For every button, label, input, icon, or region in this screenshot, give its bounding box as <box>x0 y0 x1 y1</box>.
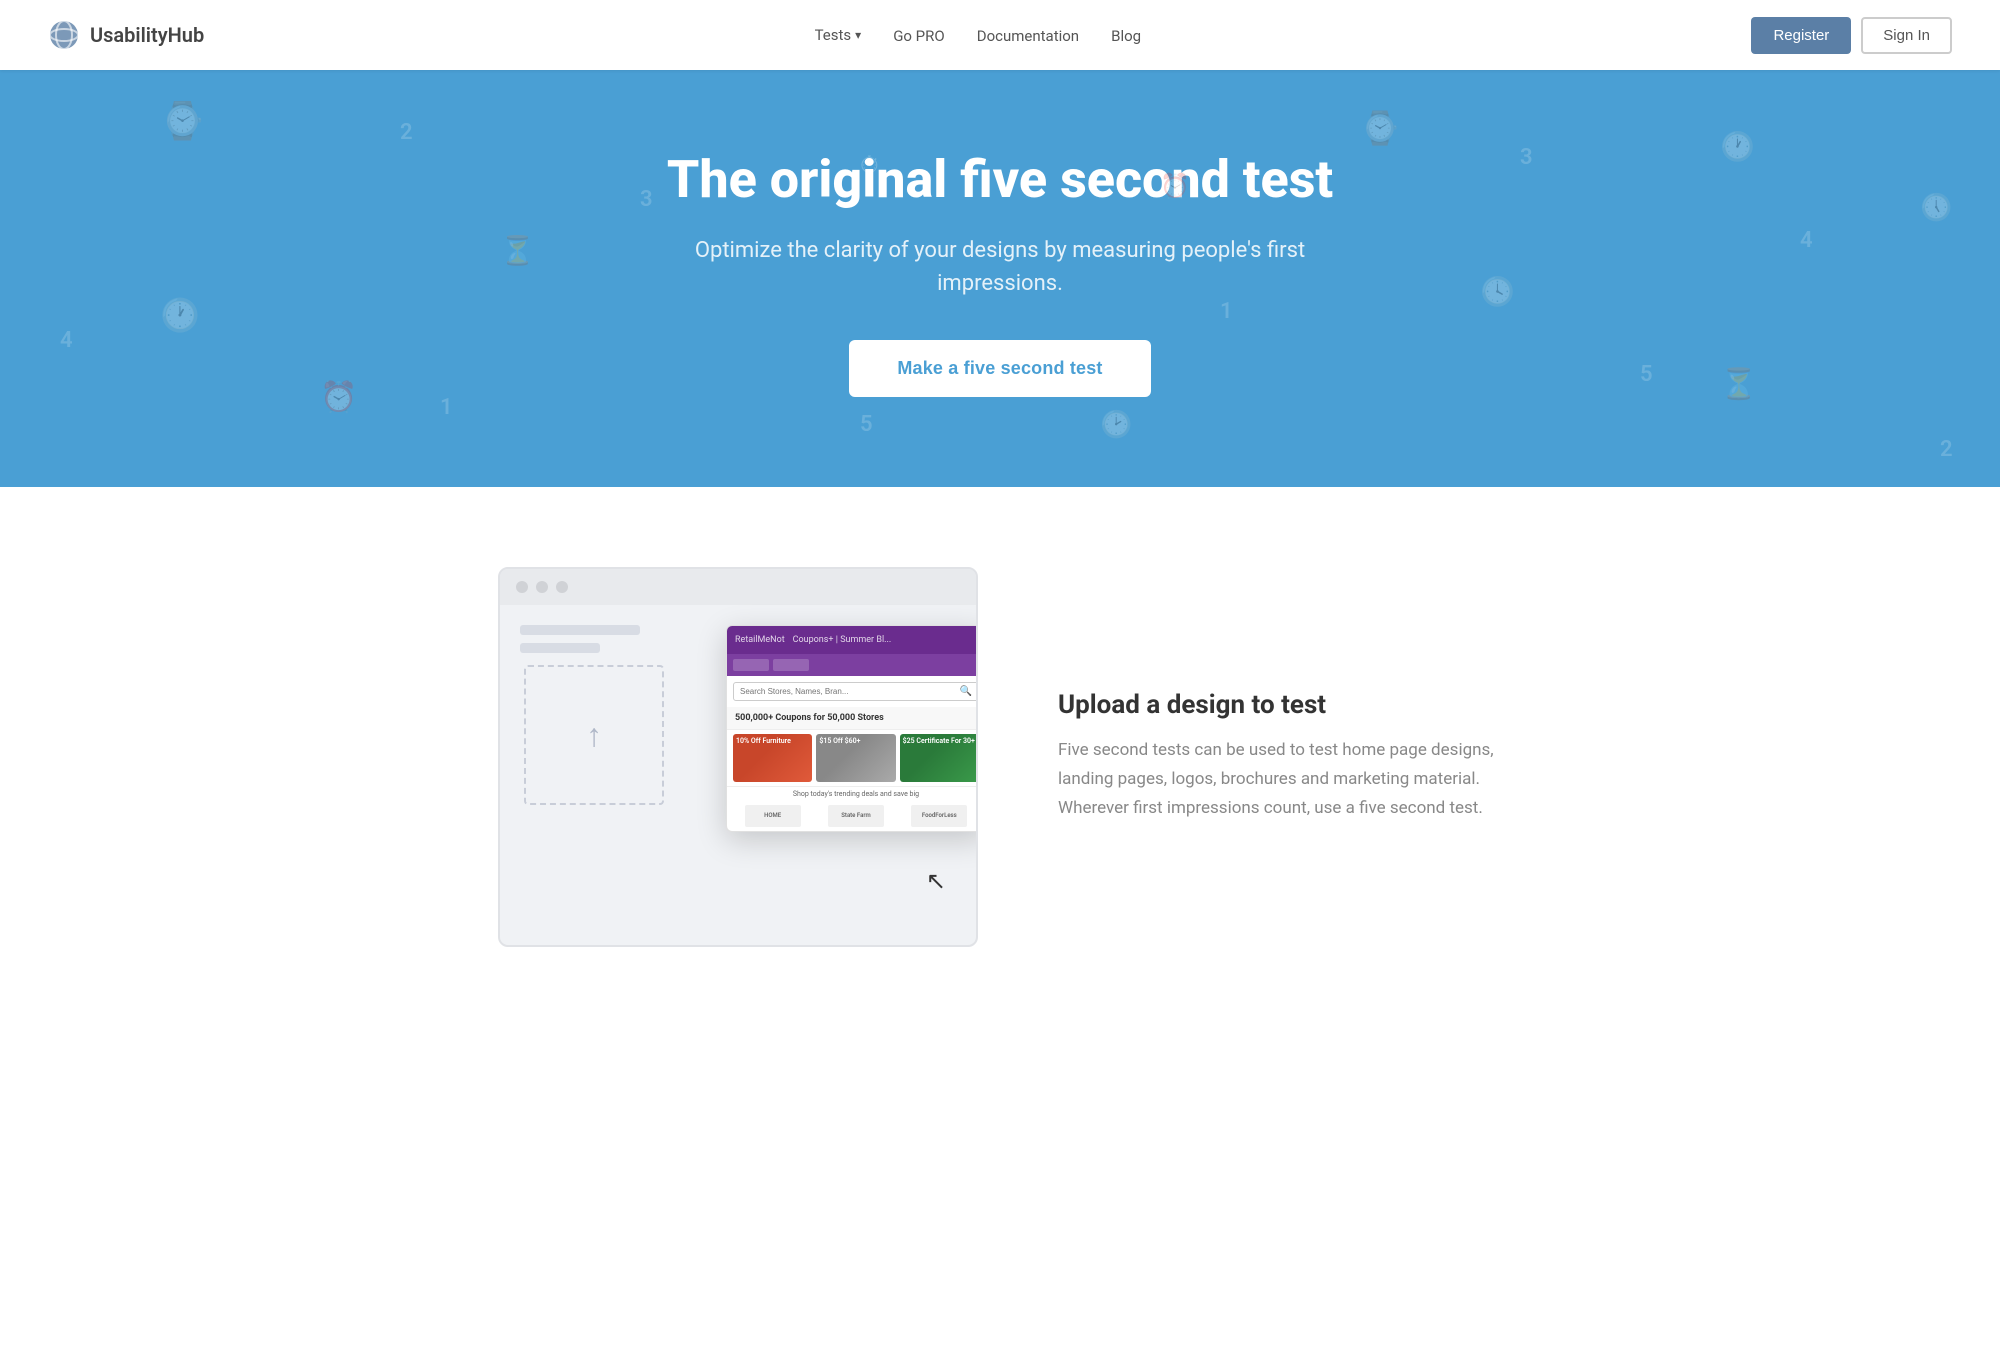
logo-link[interactable]: UsabilityHub <box>48 19 204 51</box>
upload-arrow-icon: ↑ <box>586 716 602 754</box>
deco-num-1: 2 <box>400 120 413 145</box>
browser-bar <box>500 569 976 605</box>
browser-dot-3 <box>556 581 568 593</box>
screenshot-top-bar: RetailMeNot Coupons+ | Summer Bl... <box>727 626 978 654</box>
deco-num-8: 5 <box>1640 362 1653 387</box>
logo-icon <box>48 19 80 51</box>
browser-mockup: ↑ RetailMeNot Coupons+ | Summer Bl... 🔍 <box>498 567 978 947</box>
screenshot-logos: HOME State Farm FoodForLess <box>727 801 978 831</box>
screenshot-card-2: $15 Off $60+ <box>816 734 895 782</box>
screenshot-search-input <box>740 687 956 696</box>
screenshot-nav <box>727 654 978 676</box>
signin-button[interactable]: Sign In <box>1861 17 1952 54</box>
browser-dot-2 <box>536 581 548 593</box>
hero-title: The original five second test <box>20 150 1980 210</box>
screenshot-promo-text: 500,000+ Coupons for 50,000 Stores <box>727 707 978 730</box>
nav-actions: Register Sign In <box>1751 17 1952 54</box>
hero-subtitle: Optimize the clarity of your designs by … <box>680 234 1320 300</box>
screenshot-logo-1-text: HOME <box>764 812 781 819</box>
screenshot-search: 🔍 <box>733 682 978 701</box>
logo-text: UsabilityHub <box>90 23 204 47</box>
register-button[interactable]: Register <box>1751 17 1851 54</box>
feature-description: Five second tests can be used to test ho… <box>1058 736 1502 823</box>
screenshot-logo-2-text: State Farm <box>841 812 870 819</box>
screenshot-logo-1: HOME <box>745 805 801 827</box>
deco-num-3: 1 <box>440 395 453 420</box>
cursor-icon: ↖ <box>926 867 946 895</box>
feature-section: ↑ RetailMeNot Coupons+ | Summer Bl... 🔍 <box>450 487 1550 1027</box>
screenshot-card-3: $25 Certificate For 30+ <box>900 734 978 782</box>
screenshot-logo-2: State Farm <box>828 805 884 827</box>
screenshot-card-1: 10% Off Furniture <box>733 734 812 782</box>
browser-dot-1 <box>516 581 528 593</box>
nav-docs-link[interactable]: Documentation <box>977 27 1079 45</box>
feature-text: Upload a design to test Five second test… <box>1058 690 1502 823</box>
deco-watch-1: ⌚ <box>160 103 205 139</box>
deco-num-5: 5 <box>860 412 873 437</box>
upload-box: ↑ <box>524 665 664 805</box>
nav-blog-link[interactable]: Blog <box>1111 27 1141 45</box>
screenshot-footer-text: Shop today's trending deals and save big <box>727 786 978 801</box>
nav-links: Tests Go PRO Documentation Blog <box>815 26 1142 45</box>
screenshot-cards: 10% Off Furniture $15 Off $60+ $25 Certi… <box>727 730 978 786</box>
nav-gopro-link[interactable]: Go PRO <box>893 27 945 45</box>
screenshot-site-name: RetailMeNot <box>735 635 785 645</box>
screenshot-nav-item-2 <box>773 659 809 671</box>
screenshot-nav-items: Coupons+ | Summer Bl... <box>793 635 892 645</box>
screenshot-nav-item-1 <box>733 659 769 671</box>
screenshot-logo-3: FoodForLess <box>911 805 967 827</box>
wire-line-2 <box>520 643 600 653</box>
cta-button[interactable]: Make a five second test <box>849 340 1150 397</box>
screenshot-logo-3-text: FoodForLess <box>922 812 957 819</box>
screenshot-search-icon: 🔍 <box>960 686 972 697</box>
browser-body: ↑ RetailMeNot Coupons+ | Summer Bl... 🔍 <box>500 605 976 925</box>
feature-title: Upload a design to test <box>1058 690 1502 720</box>
wire-line-1 <box>520 625 640 635</box>
deco-watch-2: ⌚ <box>1360 112 1400 144</box>
deco-hourglass-1: ⏳ <box>500 237 535 265</box>
deco-num-6: 1 <box>1220 299 1233 324</box>
navigation: UsabilityHub Tests Go PRO Documentation … <box>0 0 2000 70</box>
deco-hourglass-2: ⏳ <box>1720 370 1757 400</box>
deco-clock-3: 🕓 <box>1480 278 1515 306</box>
deco-num-9: 4 <box>1800 228 1813 253</box>
feature-image: ↑ RetailMeNot Coupons+ | Summer Bl... 🔍 <box>498 567 978 947</box>
deco-alarm-1: ⏰ <box>320 383 357 413</box>
hero-section: 2 4 1 3 5 1 3 5 4 2 ⌚ 🕐 ⏰ ⏳ ⏱ 🕑 ⌚ 🕓 ⏳ 🕔 … <box>0 70 2000 487</box>
deco-num-10: 2 <box>1940 437 1953 462</box>
deco-clock-2: 🕑 <box>1100 412 1132 438</box>
nav-tests-link[interactable]: Tests <box>815 26 862 44</box>
screenshot-embed: RetailMeNot Coupons+ | Summer Bl... 🔍 50… <box>726 625 978 832</box>
deco-num-2: 4 <box>60 328 73 353</box>
deco-clock-1: 🕐 <box>160 299 200 331</box>
